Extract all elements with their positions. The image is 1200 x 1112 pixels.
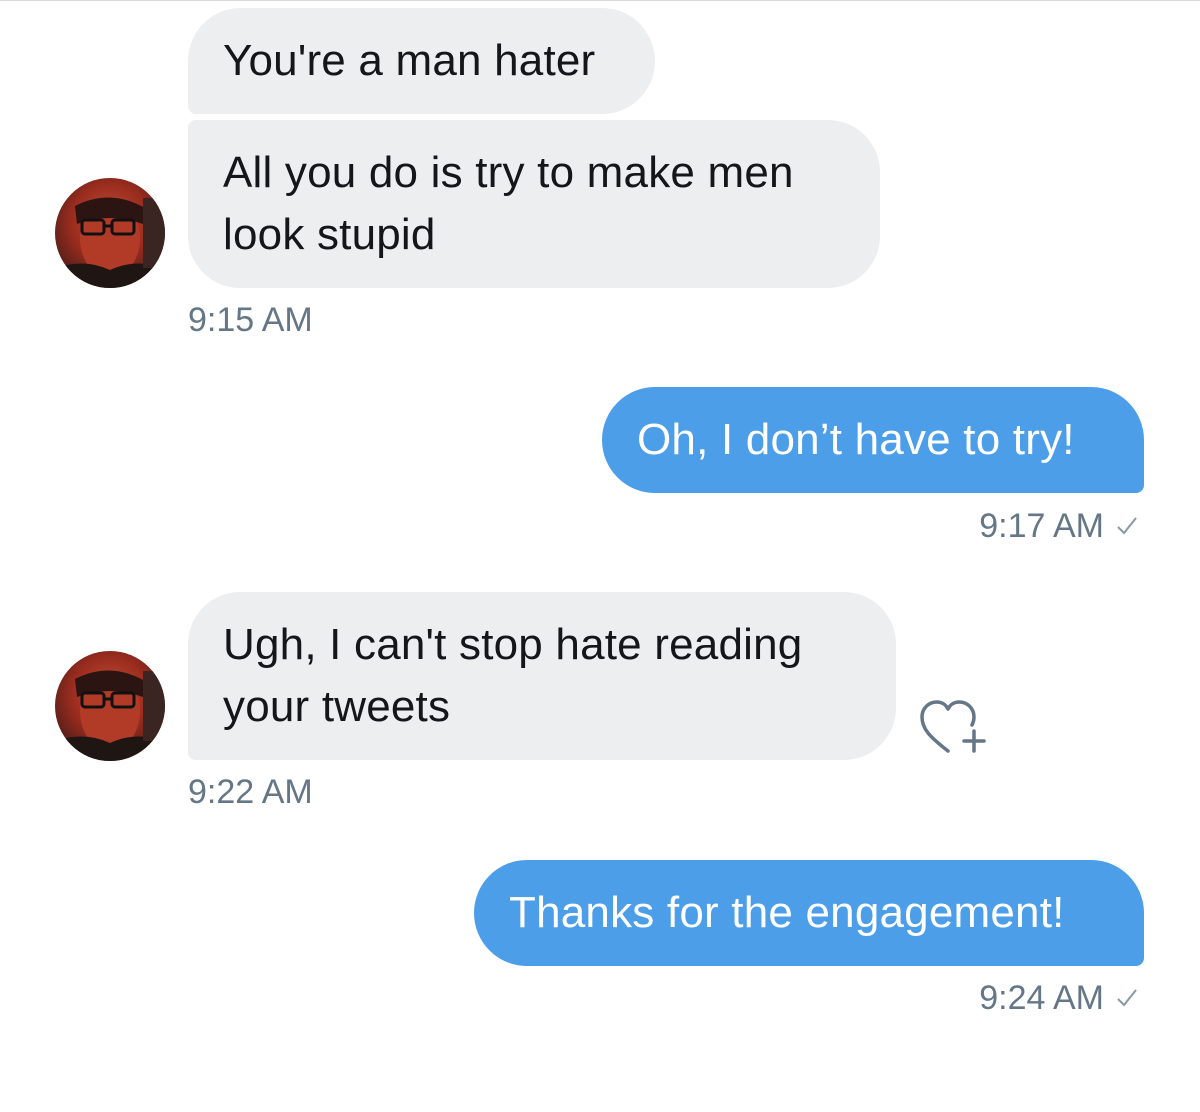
message-timestamp: 9:17 AM: [979, 507, 1104, 545]
top-divider: [0, 0, 1200, 1]
avatar[interactable]: [55, 178, 165, 288]
avatar[interactable]: [55, 651, 165, 761]
incoming-message-bubble[interactable]: Ugh, I can't stop hate reading your twee…: [188, 592, 896, 760]
heart-plus-icon[interactable]: [918, 697, 988, 761]
check-icon: [1117, 517, 1137, 535]
message-text: Oh, I don’t have to try!: [637, 415, 1075, 464]
message-timestamp: 9:22 AM: [188, 773, 313, 811]
outgoing-message-bubble[interactable]: Thanks for the engagement!: [474, 860, 1144, 966]
message-text: You're a man hater: [223, 36, 596, 85]
message-timestamp-row: 9:24 AM: [979, 978, 1138, 1018]
message-text: Ugh, I can't stop hate reading your twee…: [223, 620, 803, 731]
outgoing-message-bubble[interactable]: Oh, I don’t have to try!: [602, 387, 1144, 493]
message-text: All you do is try to make men look stupi…: [223, 148, 794, 259]
message-timestamp-row: 9:17 AM: [979, 506, 1138, 546]
check-icon: [1117, 989, 1137, 1007]
message-timestamp: 9:24 AM: [979, 979, 1104, 1017]
message-text: Thanks for the engagement!: [509, 888, 1065, 937]
incoming-message-bubble[interactable]: All you do is try to make men look stupi…: [188, 120, 880, 288]
incoming-message-bubble[interactable]: You're a man hater: [188, 8, 655, 114]
avatar-photo: [55, 670, 165, 761]
message-timestamp: 9:15 AM: [188, 301, 313, 339]
avatar-photo: [55, 197, 165, 288]
